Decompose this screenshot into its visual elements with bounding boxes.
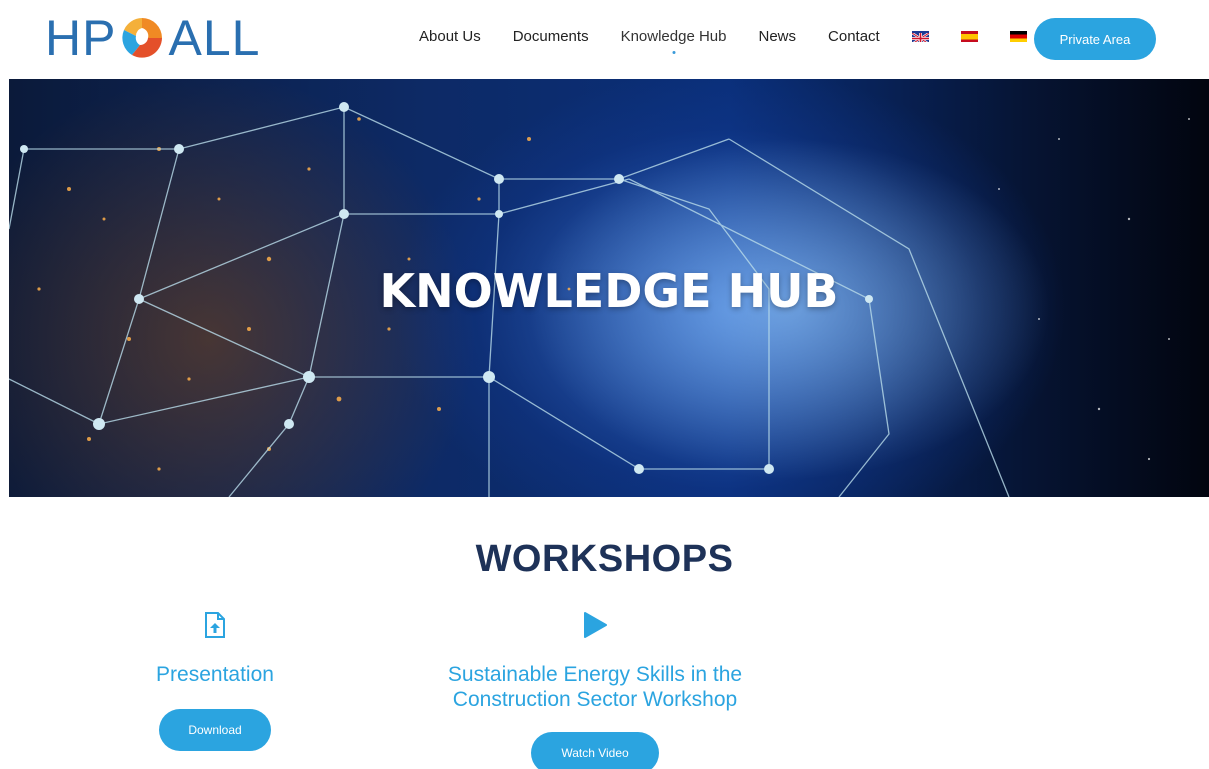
workshop-video-card: Sustainable Energy Skills in the Constru… (400, 610, 790, 769)
hero-title: KNOWLEDGE HUB (379, 264, 839, 318)
nav-contact[interactable]: Contact (828, 28, 880, 45)
presentation-card: Presentation Download (130, 610, 300, 751)
private-area-button[interactable]: Private Area (1034, 18, 1156, 60)
main-nav: About Us Documents Knowledge Hub News Co… (419, 28, 1059, 45)
nav-about-us[interactable]: About Us (419, 28, 481, 45)
nav-documents[interactable]: Documents (513, 28, 589, 45)
spain-flag-icon[interactable] (960, 31, 978, 42)
germany-flag-icon[interactable] (1009, 31, 1027, 42)
site-logo[interactable]: HP ALL (45, 10, 260, 66)
hero-banner: KNOWLEDGE HUB (9, 79, 1209, 497)
logo-text-all: ALL (168, 10, 261, 66)
uk-flag-icon[interactable] (911, 31, 929, 42)
site-header: HP ALL About Us Documents Knowledge Hub … (0, 0, 1209, 79)
presentation-title: Presentation (156, 663, 274, 686)
workshop-video-title: Sustainable Energy Skills in the Constru… (447, 663, 743, 711)
logo-text-hp: HP (45, 10, 117, 66)
hp4all-swirl-logo-icon (122, 18, 163, 58)
file-upload-icon (130, 610, 300, 640)
nav-knowledge-hub[interactable]: Knowledge Hub (621, 28, 727, 45)
watch-video-button[interactable]: Watch Video (531, 732, 659, 769)
download-button[interactable]: Download (159, 709, 271, 751)
play-icon[interactable] (400, 610, 790, 640)
nav-news[interactable]: News (759, 28, 797, 45)
workshops-title: WORKSHOPS (475, 538, 734, 580)
